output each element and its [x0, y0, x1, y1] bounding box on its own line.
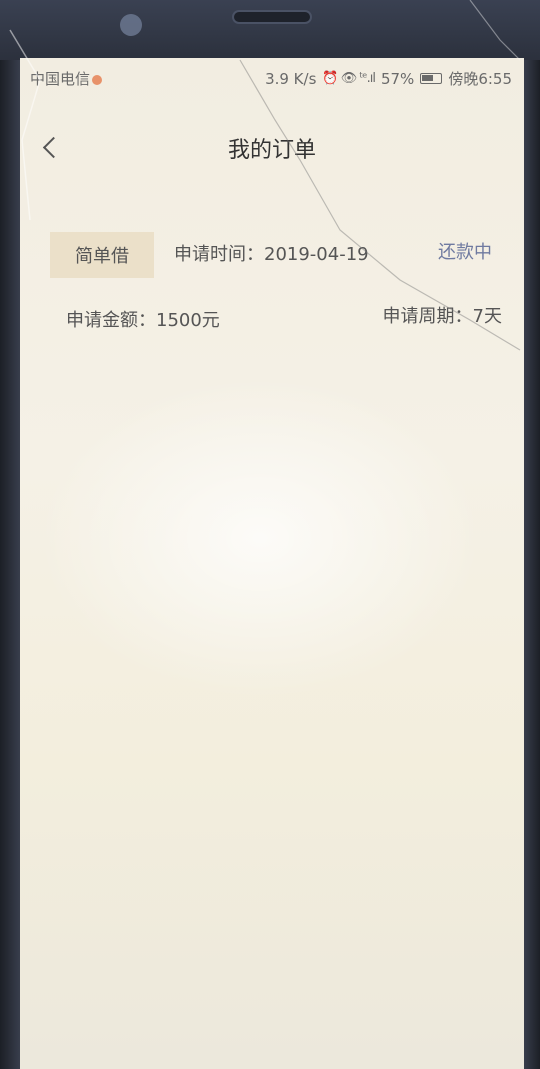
- order-card[interactable]: 简单借 申请时间：2019-04-19 还款中 申请金额：1500元 申请周期：…: [50, 218, 510, 348]
- page-title: 我的订单: [227, 138, 316, 163]
- status-indicators: 3.9 K/s ⏰ 👁 ᵗᵉ.ıl 57% 傍晚6:55: [265, 68, 512, 89]
- product-tag: 简单借: [50, 232, 154, 278]
- carrier-dot-icon: [92, 74, 103, 85]
- header: 我的订单: [20, 122, 524, 170]
- carrier-label: 中国电信: [30, 70, 91, 88]
- battery-percent: 57%: [380, 69, 415, 88]
- network-speed: 3.9 K/s: [265, 69, 317, 88]
- apply-amount: 申请金额：1500元: [66, 310, 220, 331]
- apply-time: 申请时间：2019-04-19: [174, 244, 369, 265]
- screen: 中国电信 3.9 K/s ⏰ 👁 ᵗᵉ.ıl 57% 傍晚6:55 我的订单 简…: [20, 58, 524, 1069]
- clock: 傍晚6:55: [448, 70, 512, 88]
- phone-bezel-top: [0, 0, 540, 62]
- order-status: 还款中: [438, 242, 492, 263]
- apply-period: 申请周期：7天: [382, 306, 502, 327]
- phone-bezel-left: [0, 60, 22, 1069]
- phone-bezel-right: [522, 60, 540, 1069]
- speaker-grille: [232, 10, 312, 24]
- battery-icon: [420, 73, 443, 84]
- signal-icon: ⏰ 👁 ᵗᵉ.ıl: [322, 71, 376, 86]
- camera-icon: [120, 14, 142, 36]
- carrier: 中国电信: [30, 68, 103, 89]
- status-bar: 中国电信 3.9 K/s ⏰ 👁 ᵗᵉ.ıl 57% 傍晚6:55: [20, 66, 524, 90]
